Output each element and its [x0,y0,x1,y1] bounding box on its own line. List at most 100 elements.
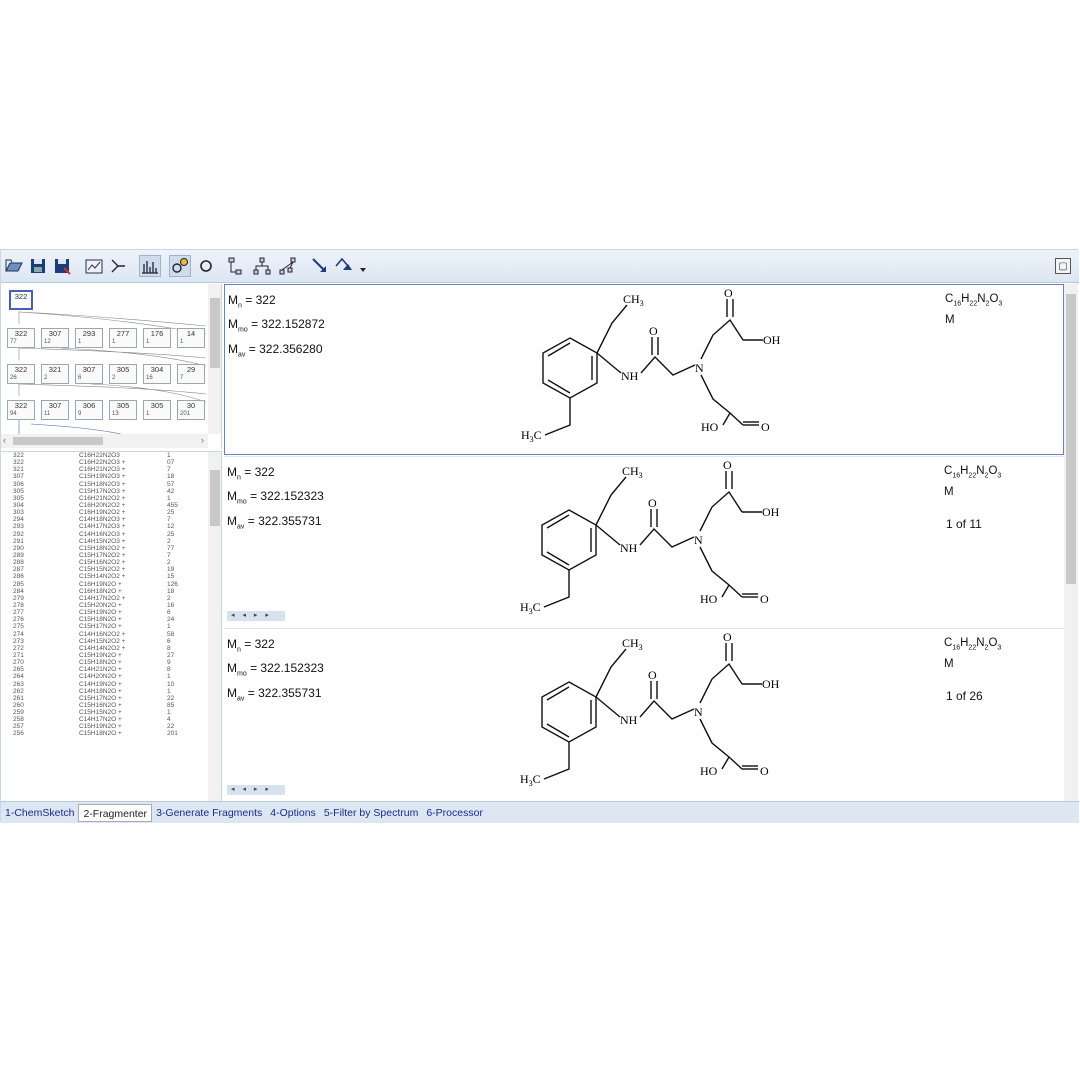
entry-pager[interactable]: ◂ ◂ ▸ ▸ [227,785,285,795]
list-item[interactable]: 284 C16H18N2O +18 [1,588,221,595]
structure-icon[interactable] [107,255,129,277]
tree-node[interactable]: 14 1 [177,328,205,348]
network-icon[interactable] [277,255,299,277]
acid-o2-label: O [761,420,770,434]
n-label: N [694,705,703,719]
tree-node[interactable]: 322 26 [7,364,35,384]
list-item[interactable]: 322 C16H22N2O3 +07 [1,459,221,466]
list-item[interactable]: 274 C14H16N2O2 +58 [1,631,221,638]
fragment-tree[interactable]: 322 322 77 307 12 293 1 277 1 176 1 14 1 322 26 321 2 30… [1,284,222,449]
list-item[interactable]: 275 C15H17N2O +1 [1,623,221,630]
list-item[interactable]: 272 C14H14N2O2 +8 [1,645,221,652]
tree-node[interactable]: 307 11 [41,400,69,420]
rotate-icon[interactable] [195,255,217,277]
list-item[interactable]: 271 C15H19N2O +27 [1,652,221,659]
list-item[interactable]: 273 C14H15N2O2 +6 [1,638,221,645]
list-item[interactable]: 287 C15H15N2O2 +19 [1,566,221,573]
list-item[interactable]: 276 C15H18N2O +24 [1,616,221,623]
list-item[interactable]: 264 C14H20N2O +1 [1,673,221,680]
tree-node[interactable]: 277 1 [109,328,137,348]
list-item[interactable]: 285 C16H19N2O +126 [1,581,221,588]
tree-node[interactable]: 307 6 [75,364,103,384]
entry-pager[interactable]: ◂ ◂ ▸ ▸ [227,611,285,621]
tab-options[interactable]: 4-Options [266,804,320,822]
results-vertical-scrollbar[interactable] [1064,284,1078,801]
tree-node[interactable]: 305 13 [109,400,137,420]
list-item[interactable]: 260 C15H16N2O +85 [1,702,221,709]
list-item[interactable]: 307 C15H19N2O3 +18 [1,473,221,480]
open-icon[interactable] [3,255,25,277]
molecule-structure: CH3 O O OH NH N HO O H3C [520,458,780,616]
more-icon[interactable] [357,255,369,277]
tab-processor[interactable]: 6-Processor [422,804,487,822]
tab-filter-by-spectrum[interactable]: 5-Filter by Spectrum [320,804,423,822]
list-item[interactable]: 279 C14H17N2O2 +2 [1,595,221,602]
tree-node[interactable]: 321 2 [41,364,69,384]
list-item[interactable]: 259 C15H15N2O +1 [1,709,221,716]
report-icon[interactable] [83,255,105,277]
tree-node[interactable]: 322 77 [7,328,35,348]
list-item[interactable]: 305 C15H17N2O3 +42 [1,488,221,495]
list-item[interactable]: 305 C16H21N2O2 +1 [1,495,221,502]
arrow-tri-icon[interactable] [333,255,355,277]
list-item[interactable]: 286 C15H14N2O2 +15 [1,573,221,580]
match-count: 1 of 11 [946,517,982,531]
list-item[interactable]: 256 C15H18N2O +201 [1,730,221,737]
tree-node[interactable]: 304 16 [143,364,171,384]
save-as-icon[interactable] [51,255,73,277]
tree-icon[interactable] [225,255,247,277]
arrow-down-icon[interactable] [309,255,331,277]
list-item[interactable]: 258 C14H17N2O +4 [1,716,221,723]
list-item[interactable]: 322 C16H22N2O3 1 [1,452,221,459]
list-item[interactable]: 306 C15H18N2O3 +57 [1,481,221,488]
list-item[interactable]: 289 C15H17N2O2 +7 [1,552,221,559]
fragment-entry[interactable]: Mn = 322 Mmo = 322.152323 Mav = 322.3557… [224,628,1064,801]
list-item[interactable]: 293 C14H17N2O3 +12 [1,523,221,530]
list-item[interactable]: 291 C14H15N2O3 +2 [1,538,221,545]
h3c-label: H3C [521,428,542,444]
save-icon[interactable] [27,255,49,277]
close-panel-button[interactable]: ▢ [1055,258,1071,274]
list-item[interactable]: 261 C15H17N2O +22 [1,695,221,702]
ch3-label: CH3 [623,292,644,308]
spectrum-icon[interactable] [139,255,161,277]
tree-horizontal-scrollbar[interactable]: ‹ › [1,434,208,448]
list-item[interactable]: 262 C14H18N2O +1 [1,688,221,695]
list-item[interactable]: 288 C15H16N2O2 +2 [1,559,221,566]
list-item[interactable]: 304 C16H20N2O2 +455 [1,502,221,509]
tree-node[interactable]: 322 94 [7,400,35,420]
list-item[interactable]: 257 C15H19N2O +22 [1,723,221,730]
hierarchy-icon[interactable] [251,255,273,277]
tree-root-node[interactable]: 322 [9,290,33,310]
mass-values: Mn = 322 Mmo = 322.152323 Mav = 322.3557… [227,465,324,531]
list-item[interactable]: 292 C14H16N2O3 +25 [1,531,221,538]
fragment-entry[interactable]: Mn = 322 Mmo = 322.152872 Mav = 322.3562… [224,284,1064,455]
list-item[interactable]: 270 C15H18N2O +9 [1,659,221,666]
acid-o-label: O [723,458,732,472]
list-item[interactable]: 265 C14H21N2O +8 [1,666,221,673]
fragment-icon[interactable] [169,255,191,277]
tree-node[interactable]: 307 12 [41,328,69,348]
tree-node[interactable]: 176 1 [143,328,171,348]
tree-node[interactable]: 293 1 [75,328,103,348]
tab-fragmenter[interactable]: 2-Fragmenter [78,803,153,822]
toolbar: ▢ [1,250,1079,283]
list-item[interactable]: 263 C14H19N2O +10 [1,681,221,688]
tree-vertical-scrollbar[interactable] [208,284,221,434]
fragment-list[interactable]: 322 C16H22N2O3 1 322 C16H22N2O3 +07 321 C16H21… [1,451,222,801]
list-item[interactable]: 303 C16H19N2O2 +25 [1,509,221,516]
list-item[interactable]: 278 C15H20N2O +16 [1,602,221,609]
fragment-entry[interactable]: Mn = 322 Mmo = 322.152323 Mav = 322.3557… [224,456,1064,627]
tree-node[interactable]: 306 9 [75,400,103,420]
tree-node[interactable]: 30 201 [177,400,205,420]
tree-node[interactable]: 29 7 [177,364,205,384]
tab-generate-fragments[interactable]: 3-Generate Fragments [152,804,266,822]
tree-node[interactable]: 305 2 [109,364,137,384]
list-item[interactable]: 290 C15H18N2O2 +77 [1,545,221,552]
list-item[interactable]: 277 C15H19N2O +6 [1,609,221,616]
list-item[interactable]: 321 C16H21N2O3 +7 [1,466,221,473]
tree-node[interactable]: 305 1 [143,400,171,420]
list-item[interactable]: 294 C14H18N2O3 +7 [1,516,221,523]
tab-chemsketch[interactable]: 1-ChemSketch [1,804,78,822]
list-vertical-scrollbar[interactable] [208,452,221,801]
